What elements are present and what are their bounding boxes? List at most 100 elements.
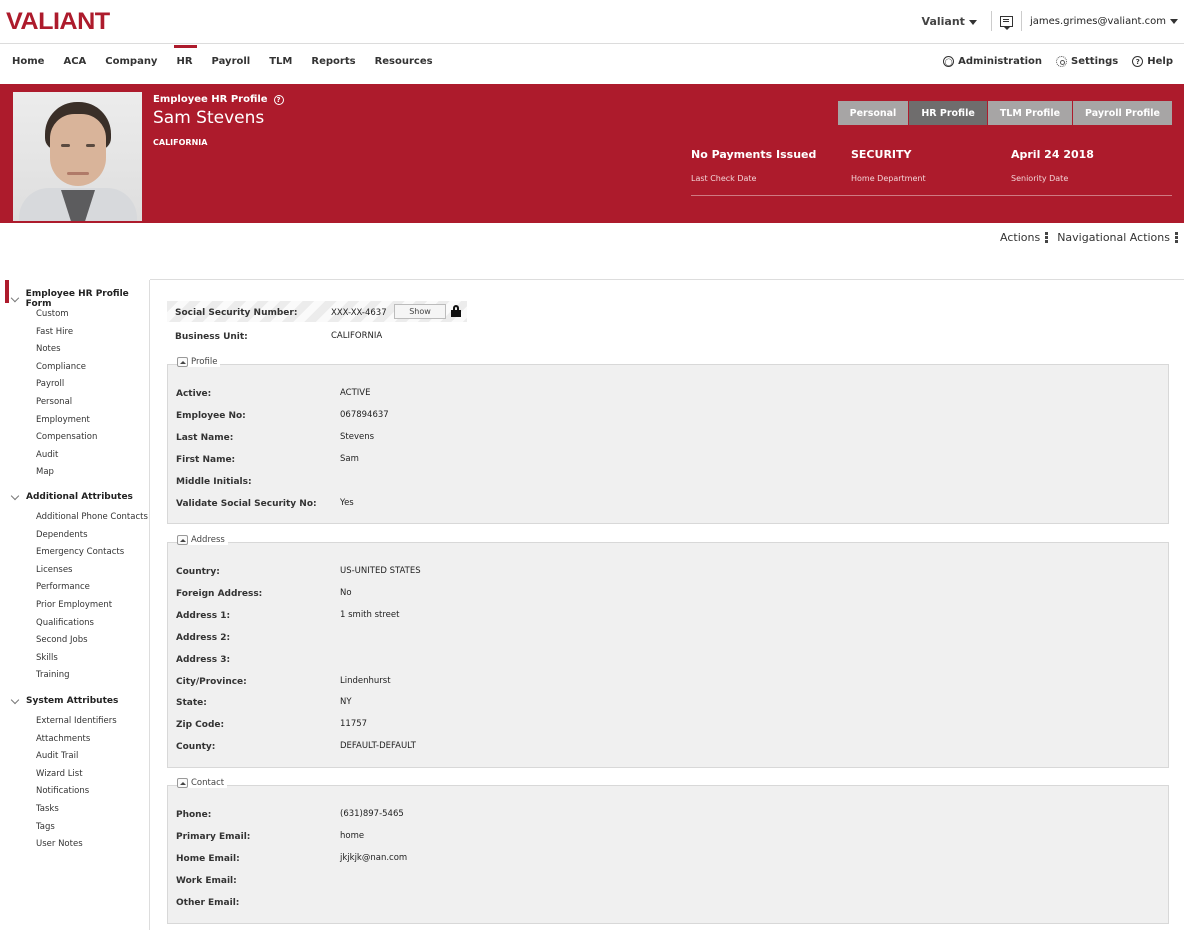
divider [991,11,992,31]
collapse-icon[interactable] [177,357,188,367]
nav-resources[interactable]: Resources [375,45,433,83]
navigational-actions-menu[interactable]: Navigational Actions [1057,231,1170,244]
sidebar-item-compliance[interactable]: Compliance [36,362,86,372]
sidebar-item-personal[interactable]: Personal [36,397,72,407]
chevron-down-icon [11,293,19,301]
sidebar-item-notifications[interactable]: Notifications [36,786,89,796]
validate-social-security-no-value: Yes [340,498,354,508]
sidebar-item-qualifications[interactable]: Qualifications [36,618,94,628]
collapse-icon[interactable] [177,778,188,788]
sidebar-item-audit-trail[interactable]: Audit Trail [36,751,78,761]
phone-label: Phone: [176,810,211,820]
sidebar-item-fast-hire[interactable]: Fast Hire [36,327,73,337]
user-email: james.grimes@valiant.com [1030,16,1166,27]
company-name: Valiant [922,15,965,28]
sidebar-item-tags[interactable]: Tags [36,822,55,832]
message-icon[interactable] [1000,16,1013,27]
address-section [167,542,1169,768]
stat-value: No Payments Issued [691,148,816,161]
tab-payroll-profile[interactable]: Payroll Profile [1073,101,1172,125]
sidebar-item-user-notes[interactable]: User Notes [36,839,83,849]
nav-administration-label: Administration [958,56,1042,67]
address-1-label: Address 1: [176,611,230,621]
kebab-icon[interactable] [1045,232,1048,244]
last-name-label: Last Name: [176,433,233,443]
show-ssn-button[interactable]: Show [394,304,446,319]
kebab-icon[interactable] [1175,232,1178,244]
sidebar-item-prior-employment[interactable]: Prior Employment [36,600,112,610]
sidebar-group-employee-hr-profile-form[interactable]: Employee HR Profile Form [12,289,149,309]
profile-section-header[interactable]: Profile [177,357,220,367]
ssn-value: XXX-XX-4637 [331,308,387,318]
sidebar-group-title: Additional Attributes [26,492,133,502]
sidebar-item-emergency-contacts[interactable]: Emergency Contacts [36,547,124,557]
phone-value: (631)897-5465 [340,809,404,819]
main-nav: Home ACA Company HR Payroll TLM Reports … [0,45,1184,83]
sidebar-item-licenses[interactable]: Licenses [36,565,72,575]
actions-bar: Actions Navigational Actions [1000,231,1178,244]
nav-tlm[interactable]: TLM [269,45,292,83]
home-email-label: Home Email: [176,854,240,864]
sidebar-item-notes[interactable]: Notes [36,344,61,354]
nav-reports[interactable]: Reports [311,45,355,83]
actions-menu[interactable]: Actions [1000,231,1040,244]
sidebar-item-attachments[interactable]: Attachments [36,734,90,744]
validate-social-security-no-label: Validate Social Security No: [176,499,317,509]
profile-section-title: Profile [191,357,217,367]
nav-home[interactable]: Home [12,45,44,83]
sidebar-item-audit[interactable]: Audit [36,450,58,460]
sidebar-item-second-jobs[interactable]: Second Jobs [36,635,88,645]
valiant-logo[interactable]: VALIANT [6,8,110,36]
sidebar-item-skills[interactable]: Skills [36,653,58,663]
sidebar-item-external-identifiers[interactable]: External Identifiers [36,716,117,726]
collapse-icon[interactable] [177,535,188,545]
address-2-label: Address 2: [176,633,230,643]
country-value: US-UNITED STATES [340,566,421,576]
stat-last-check-date: No Payments Issued Last Check Date [691,148,816,183]
nav-administration[interactable]: ◯Administration [943,56,1042,67]
contact-section-header[interactable]: Contact [177,778,227,788]
nav-settings[interactable]: Settings [1056,56,1118,67]
sidebar-item-map[interactable]: Map [36,467,54,477]
sidebar-item-employment[interactable]: Employment [36,415,90,425]
stat-value: April 24 2018 [1011,148,1094,161]
lock-icon [451,305,461,317]
chevron-down-icon [1170,19,1178,24]
help-icon[interactable]: ? [274,95,284,105]
active-value: ACTIVE [340,388,371,398]
sidebar-item-performance[interactable]: Performance [36,582,90,592]
zip-code-label: Zip Code: [176,720,224,730]
divider [1021,11,1022,31]
nav-hr[interactable]: HR [176,45,192,83]
tab-tlm-profile[interactable]: TLM Profile [988,101,1072,125]
sidebar-group-system-attributes[interactable]: System Attributes [12,696,118,706]
address-3-label: Address 3: [176,655,230,665]
sidebar-item-compensation[interactable]: Compensation [36,432,97,442]
user-menu[interactable]: james.grimes@valiant.com [1030,16,1178,27]
sidebar-group-additional-attributes[interactable]: Additional Attributes [12,492,133,502]
primary-email-value: home [340,831,364,841]
tab-hr-profile[interactable]: HR Profile [909,101,987,125]
sidebar-item-additional-phone-contacts[interactable]: Additional Phone Contacts [36,512,148,522]
address-section-title: Address [191,535,225,545]
stat-label: Home Department [851,174,926,183]
nav-company[interactable]: Company [105,45,157,83]
city-province-value: Lindenhurst [340,676,391,686]
sidebar-item-custom[interactable]: Custom [36,309,69,319]
employee-no-value: 067894637 [340,410,389,420]
company-selector[interactable]: Valiant [922,15,977,28]
top-bar: VALIANT Valiant james.grimes@valiant.com [0,0,1184,44]
nav-aca[interactable]: ACA [63,45,86,83]
employee-business-unit: CALIFORNIA [153,138,207,147]
nav-help[interactable]: ?Help [1132,56,1173,67]
sidebar-item-tasks[interactable]: Tasks [36,804,59,814]
primary-email-label: Primary Email: [176,832,250,842]
nav-payroll[interactable]: Payroll [212,45,251,83]
address-section-header[interactable]: Address [177,535,228,545]
sidebar-item-wizard-list[interactable]: Wizard List [36,769,83,779]
sidebar-item-training[interactable]: Training [36,670,70,680]
sidebar-item-dependents[interactable]: Dependents [36,530,88,540]
gear-icon [1056,56,1067,67]
tab-personal[interactable]: Personal [838,101,909,125]
sidebar-item-payroll[interactable]: Payroll [36,379,64,389]
